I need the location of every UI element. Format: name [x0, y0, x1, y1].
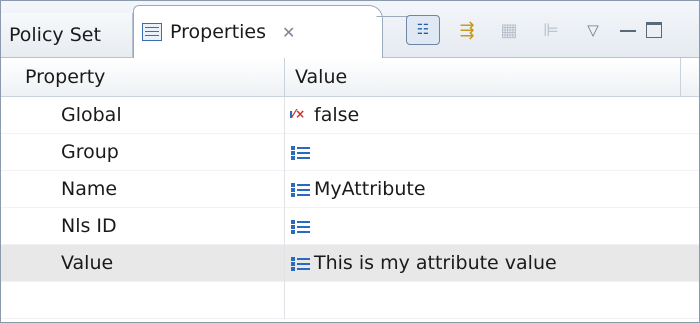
properties-table: Property Value Global ı⁄× false Group Na… — [1, 58, 699, 319]
property-cell: Global — [1, 96, 285, 134]
value-text: MyAttribute — [314, 177, 426, 200]
text-value-icon — [289, 255, 311, 271]
view-tab-bar: Policy Set Properties ✕ ☷ ⇶ ▦ ⊫ ▽ — [1, 1, 699, 58]
property-cell: Nls ID — [1, 207, 285, 245]
text-value-icon — [289, 181, 311, 197]
filter-advanced-icon: ⇶ — [459, 19, 475, 41]
tab-properties[interactable]: Properties ✕ — [133, 5, 383, 58]
boolean-value-icon: ı⁄× — [289, 107, 306, 121]
value-cell[interactable]: MyAttribute — [285, 171, 426, 208]
value-text: This is my attribute value — [314, 251, 557, 274]
restore-default-button[interactable]: ▦ — [494, 15, 524, 45]
table-row[interactable]: Global ı⁄× false — [1, 96, 699, 134]
view-toolbar: ☷ ⇶ ▦ ⊫ ▽ — [406, 11, 672, 49]
text-value-icon — [289, 144, 311, 160]
value-cell[interactable]: This is my attribute value — [285, 245, 557, 282]
property-cell: Value — [1, 244, 285, 282]
close-icon[interactable]: ✕ — [282, 23, 295, 42]
properties-icon — [142, 23, 162, 41]
value-cell[interactable]: ı⁄× false — [285, 97, 359, 134]
pin-button[interactable]: ⊫ — [536, 15, 566, 45]
restore-default-icon: ▦ — [500, 19, 518, 41]
value-text: false — [314, 103, 360, 126]
properties-view: Policy Set Properties ✕ ☷ ⇶ ▦ ⊫ ▽ Proper… — [0, 0, 700, 323]
maximize-icon[interactable] — [646, 22, 662, 38]
minimize-icon[interactable] — [620, 22, 636, 32]
show-advanced-button[interactable]: ⇶ — [452, 15, 482, 45]
column-header-property[interactable]: Property — [1, 58, 285, 96]
pin-icon: ⊫ — [543, 19, 559, 41]
table-row-selected[interactable]: Value This is my attribute value — [1, 244, 699, 282]
text-value-icon — [289, 218, 311, 234]
property-cell — [1, 281, 285, 319]
tab-policy-set-label: Policy Set — [9, 24, 101, 46]
tree-view-icon: ☷ — [416, 22, 430, 38]
tab-policy-set[interactable]: Policy Set — [1, 13, 133, 57]
property-cell: Group — [1, 133, 285, 171]
column-header-value[interactable]: Value — [285, 58, 681, 96]
value-cell[interactable] — [285, 134, 314, 171]
table-row[interactable]: Name MyAttribute — [1, 170, 699, 208]
view-menu-button[interactable]: ▽ — [578, 15, 608, 45]
show-categories-button[interactable]: ☷ — [406, 15, 440, 45]
table-row[interactable]: Nls ID — [1, 207, 699, 245]
chevron-down-icon: ▽ — [587, 21, 599, 39]
value-cell — [285, 282, 289, 319]
property-cell: Name — [1, 170, 285, 208]
table-row[interactable]: Group — [1, 133, 699, 171]
tab-properties-label: Properties — [170, 21, 267, 43]
value-cell[interactable] — [285, 208, 314, 245]
table-row-empty — [1, 281, 699, 319]
table-header: Property Value — [1, 58, 699, 97]
